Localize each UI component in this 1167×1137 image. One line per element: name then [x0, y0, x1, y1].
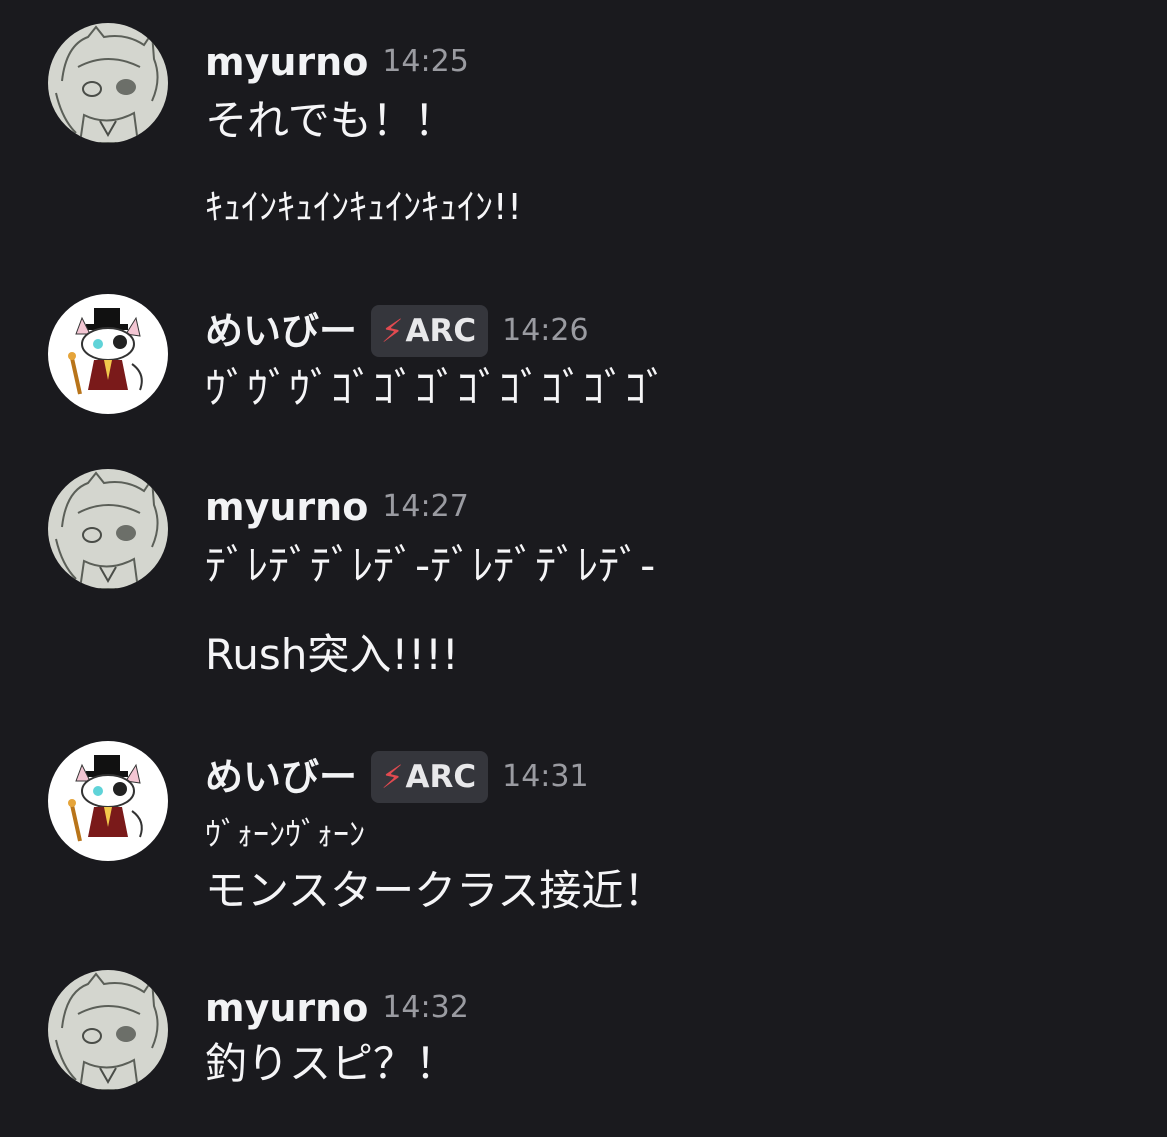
- username[interactable]: めいびー: [205, 758, 357, 796]
- message-text: 釣りスピ？！: [205, 1039, 458, 1088]
- role-badge[interactable]: ⚡ ARC: [371, 305, 489, 357]
- top-hat-cat-avatar-icon: [48, 741, 168, 861]
- message-text: ﾃﾞﾚﾃﾞﾃﾞﾚﾃﾞ-ﾃﾞﾚﾃﾞﾃﾞﾚﾃﾞ-: [205, 541, 656, 590]
- user-avatar[interactable]: [48, 741, 168, 861]
- username[interactable]: myurno: [205, 488, 368, 526]
- message-header: myurno 14:25: [205, 42, 469, 82]
- sketch-avatar-icon: [48, 23, 168, 143]
- timestamp: 14:32: [382, 990, 469, 1025]
- user-avatar[interactable]: [48, 469, 168, 589]
- message-text: ｳﾞｫｰﾝｳﾞｫｰﾝ: [205, 815, 366, 853]
- message-text: Rush突入!!!!: [205, 630, 459, 679]
- message-text: ｳﾞｳﾞｳﾞｺﾞｺﾞｺﾞｺﾞｺﾞｺﾞｺﾞｺﾞ: [205, 364, 668, 413]
- message-text: モンスタークラス接近！: [205, 866, 666, 915]
- chat-screen: { "messages": [ { "author": "myurno", "t…: [0, 0, 1167, 1137]
- user-avatar[interactable]: [48, 970, 168, 1090]
- message-header: myurno 14:27: [205, 487, 469, 527]
- user-avatar[interactable]: [48, 294, 168, 414]
- badge-label: ARC: [405, 758, 477, 795]
- message-header: myurno 14:32: [205, 988, 469, 1028]
- timestamp: 14:27: [382, 489, 469, 524]
- message-text: それでも！！: [205, 96, 456, 145]
- username[interactable]: めいびー: [205, 312, 357, 350]
- timestamp: 14:31: [502, 759, 589, 794]
- username[interactable]: myurno: [205, 43, 368, 81]
- message-header: めいびー ⚡ ARC 14:26: [205, 304, 589, 358]
- message-text: ｷｭｲﾝｷｭｲﾝｷｭｲﾝｷｭｲﾝ!!: [205, 187, 522, 228]
- message-header: めいびー ⚡ ARC 14:31: [205, 750, 589, 804]
- timestamp: 14:26: [502, 313, 589, 348]
- badge-label: ARC: [405, 312, 477, 349]
- sketch-avatar-icon: [48, 970, 168, 1090]
- lightning-icon: ⚡: [381, 758, 404, 796]
- timestamp: 14:25: [382, 44, 469, 79]
- role-badge[interactable]: ⚡ ARC: [371, 751, 489, 803]
- lightning-icon: ⚡: [381, 312, 404, 350]
- user-avatar[interactable]: [48, 23, 168, 143]
- top-hat-cat-avatar-icon: [48, 294, 168, 414]
- sketch-avatar-icon: [48, 469, 168, 589]
- username[interactable]: myurno: [205, 989, 368, 1027]
